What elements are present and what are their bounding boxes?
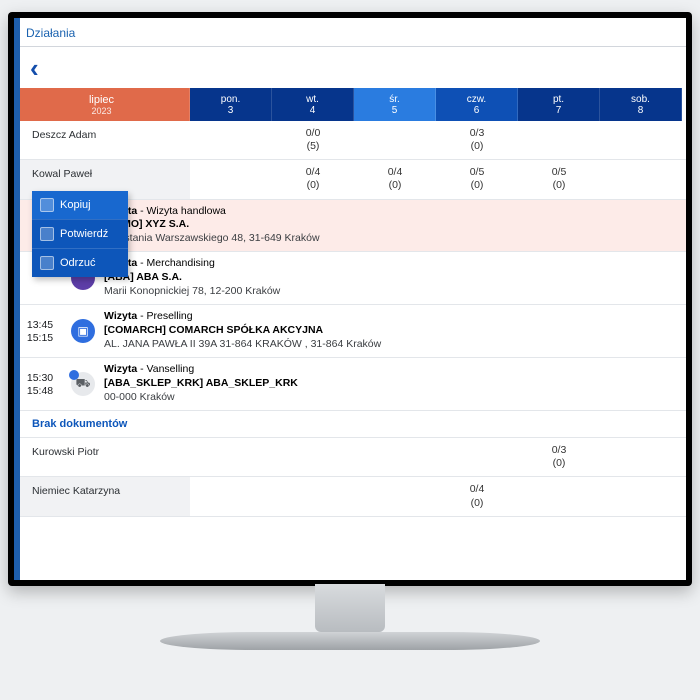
visit-row[interactable]: 13:4515:15▣ Wizyta - Preselling[COMARCH] …	[14, 305, 686, 358]
day-col-wed[interactable]: śr. 5	[354, 88, 436, 121]
visit-type: Wizyta - Vanselling	[104, 363, 682, 377]
day-cell[interactable]	[272, 438, 354, 476]
calendar-header: lipiec 2023 pon. 3 wt. 4 śr. 5 czw. 6 pt…	[14, 88, 686, 121]
visit-time: 15:3015:48	[14, 358, 66, 410]
day-col-thu[interactable]: czw. 6	[436, 88, 518, 121]
day-cell[interactable]	[354, 121, 436, 159]
day-cell[interactable]	[518, 121, 600, 159]
day-cell[interactable]	[518, 477, 600, 515]
day-cell[interactable]	[600, 160, 682, 198]
day-cell[interactable]	[436, 438, 518, 476]
ctx-copy[interactable]: Kopiuj	[32, 191, 128, 219]
day-col-tue[interactable]: wt. 4	[272, 88, 354, 121]
visit-type: Wizyta - Preselling	[104, 310, 682, 324]
day-cell[interactable]: 0/0(5)	[272, 121, 354, 159]
visit-client: [ABA] ABA S.A.	[104, 271, 682, 285]
day-cell[interactable]	[354, 438, 436, 476]
page-title: Działania	[14, 18, 686, 46]
visit-type: Wizyta - Wizyta handlowa	[104, 205, 682, 219]
truck-icon: ⛟	[71, 372, 95, 396]
day-col-fri[interactable]: pt. 7	[518, 88, 600, 121]
employee-row[interactable]: Kurowski Piotr 0/3(0)	[14, 438, 686, 477]
visit-type: Wizyta - Merchandising	[104, 257, 682, 271]
day-cell[interactable]: 0/3(0)	[518, 438, 600, 476]
visit-client: [COMARCH] COMARCH SPÓŁKA AKCYJNA	[104, 324, 682, 338]
day-cell[interactable]	[354, 477, 436, 515]
reject-icon	[40, 256, 54, 270]
no-documents-label: Brak dokumentów	[14, 411, 686, 438]
employee-row[interactable]: Deszcz Adam 0/0(5) 0/3(0)	[14, 121, 686, 160]
visit-client: [ABA_SKLEP_KRK] ABA_SKLEP_KRK	[104, 377, 682, 391]
employee-row[interactable]: Niemiec Katarzyna 0/4(0)	[14, 477, 686, 516]
visit-address: 00-000 Kraków	[104, 391, 682, 405]
employee-name[interactable]: Kurowski Piotr	[14, 438, 190, 476]
day-cell[interactable]	[600, 438, 682, 476]
day-cell[interactable]	[272, 477, 354, 515]
day-cell[interactable]: 0/3(0)	[436, 121, 518, 159]
day-cell[interactable]	[190, 160, 272, 198]
visit-time: 13:4515:15	[14, 305, 66, 357]
visit-row[interactable]: 15:3015:48⛟ Wizyta - Vanselling[ABA_SKLEP…	[14, 358, 686, 411]
day-col-mon[interactable]: pon. 3	[190, 88, 272, 121]
employee-name[interactable]: Niemiec Katarzyna	[14, 477, 190, 515]
day-cell[interactable]	[600, 477, 682, 515]
day-cell[interactable]: 0/5(0)	[436, 160, 518, 198]
day-cell[interactable]: 0/4(0)	[272, 160, 354, 198]
day-cell[interactable]	[190, 477, 272, 515]
confirm-icon	[40, 227, 54, 241]
visit-address: Marii Konopnickiej 78, 12-200 Kraków	[104, 285, 682, 299]
ctx-confirm[interactable]: Potwierdź	[32, 219, 128, 248]
day-cell[interactable]: 0/4(0)	[436, 477, 518, 515]
visit-address: Powstania Warszawskiego 48, 31-649 Krakó…	[104, 232, 682, 246]
day-cell[interactable]	[190, 121, 272, 159]
day-cell[interactable]: 0/4(0)	[354, 160, 436, 198]
count-badge	[69, 370, 79, 380]
day-cell[interactable]: 0/5(0)	[518, 160, 600, 198]
ctx-reject[interactable]: Odrzuć	[32, 248, 128, 277]
day-cell[interactable]	[190, 438, 272, 476]
left-rail	[14, 18, 20, 580]
context-menu: Kopiuj Potwierdź Odrzuć	[32, 191, 128, 277]
chart-icon: ▣	[71, 319, 95, 343]
visit-address: AL. JANA PAWŁA II 39A 31-864 KRAKÓW , 31…	[104, 338, 682, 352]
day-cell[interactable]	[600, 121, 682, 159]
day-col-sat[interactable]: sob. 8	[600, 88, 682, 121]
visit-client: [DEMO] XYZ S.A.	[104, 218, 682, 232]
month-cell[interactable]: lipiec 2023	[14, 88, 190, 121]
back-button[interactable]: ‹	[30, 53, 39, 83]
employee-name[interactable]: Deszcz Adam	[14, 121, 190, 159]
copy-icon	[40, 198, 54, 212]
